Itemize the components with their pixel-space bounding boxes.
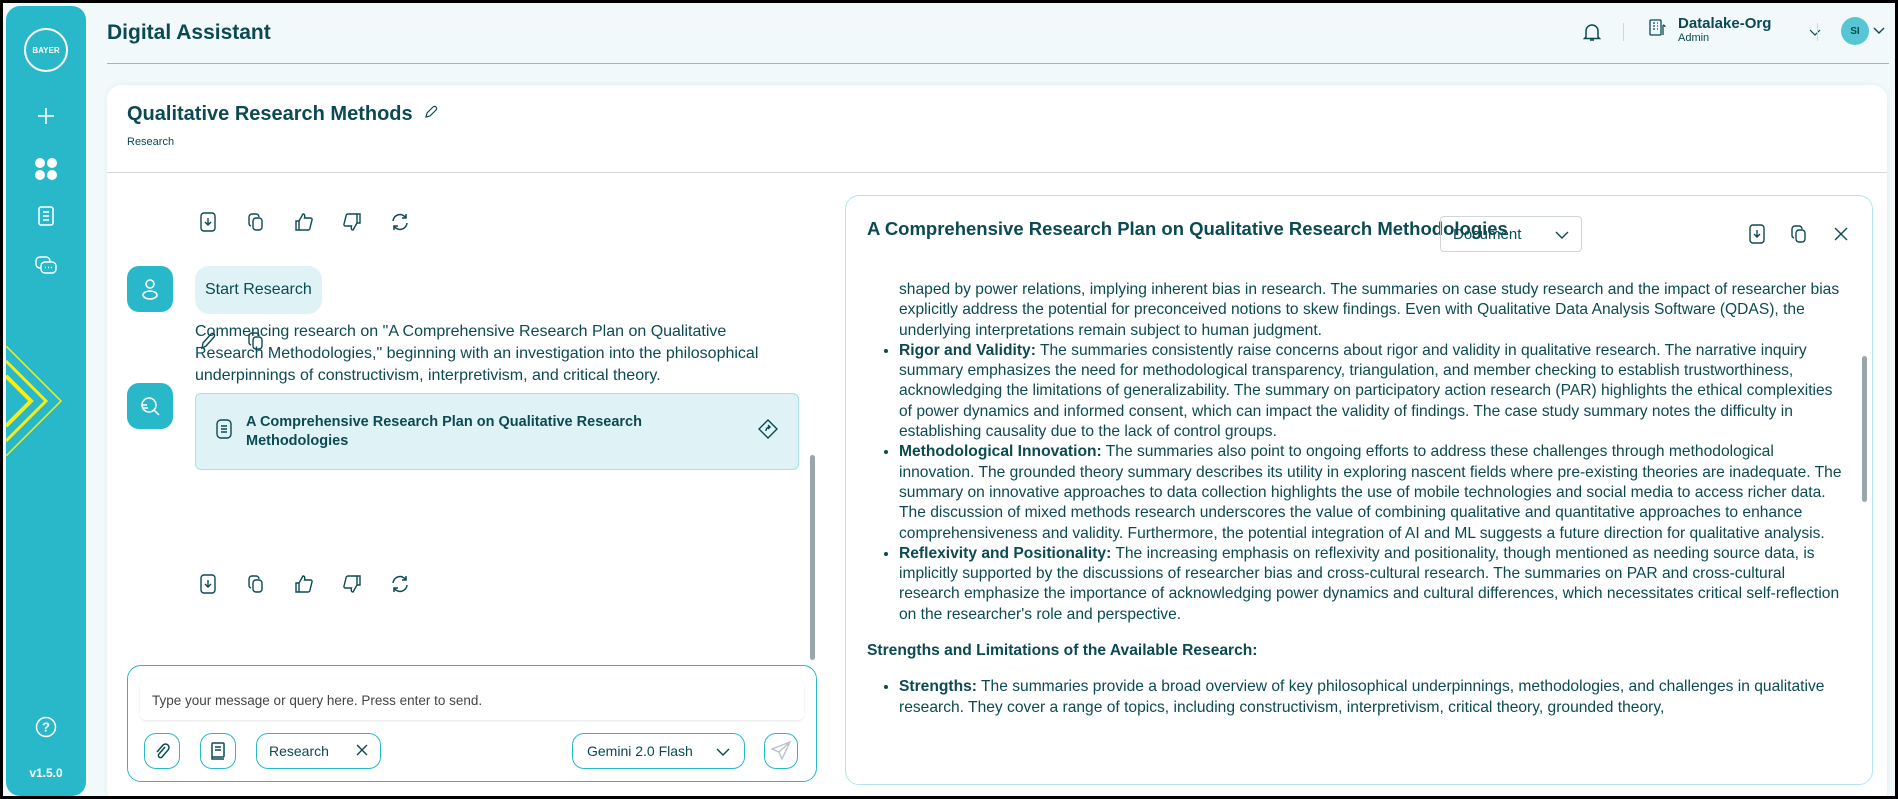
notebook-icon[interactable]: [6, 206, 86, 226]
svg-text:?: ?: [42, 720, 50, 735]
chevron-down-icon[interactable]: [1873, 22, 1885, 40]
list-item-heading: Rigor and Validity:: [899, 341, 1036, 359]
list-item: shaped by power relations, implying inhe…: [899, 280, 1847, 341]
thumbs-down-icon[interactable]: [341, 211, 363, 233]
divider: [1817, 23, 1818, 41]
attach-button[interactable]: [144, 733, 180, 769]
thumbs-down-icon[interactable]: [341, 573, 363, 595]
chevron-down-icon: [1555, 226, 1569, 243]
model-select-value: Gemini 2.0 Flash: [587, 743, 693, 759]
user-avatar: [127, 266, 173, 312]
send-icon: [771, 741, 791, 761]
regenerate-icon[interactable]: [389, 573, 411, 595]
mode-chip: Research: [256, 733, 381, 769]
knowledge-button[interactable]: [200, 733, 236, 769]
list-item-text: The summaries provide a broad overview o…: [899, 678, 1825, 716]
document-card-title: A Comprehensive Research Plan on Qualita…: [246, 413, 642, 449]
copy-icon[interactable]: [245, 573, 267, 595]
list-item: Rigor and Validity: The summaries consis…: [899, 341, 1847, 442]
conversation-card: Qualitative Research Methods Research St…: [107, 85, 1887, 796]
building-icon: [1648, 17, 1668, 42]
chevron-down-icon: [716, 743, 730, 759]
conversation-category: Research: [127, 136, 175, 148]
divider: [1623, 23, 1624, 41]
view-select-value: Document: [1453, 225, 1522, 243]
thumbs-up-icon[interactable]: [293, 573, 315, 595]
header-divider: [107, 63, 1889, 64]
document-list: shaped by power relations, implying inhe…: [867, 280, 1847, 625]
thumbs-up-icon[interactable]: [293, 211, 315, 233]
view-select[interactable]: Document: [1440, 216, 1582, 252]
bell-icon[interactable]: [1581, 21, 1603, 43]
plus-icon[interactable]: [6, 106, 86, 126]
assistant-avatar: [127, 383, 173, 429]
org-role: Admin: [1678, 32, 1710, 44]
help-icon[interactable]: ?: [6, 716, 86, 738]
grid-icon[interactable]: [6, 156, 86, 182]
document-content: shaped by power relations, implying inhe…: [867, 280, 1847, 770]
chat-scrollbar[interactable]: [810, 455, 815, 660]
brand-chevron-graphic: [6, 346, 63, 456]
copy-icon[interactable]: [245, 211, 267, 233]
list-item: Strengths: The summaries provide a broad…: [899, 677, 1847, 718]
composer: Research Gemini 2.0 Flash: [127, 665, 817, 782]
conversation-title: Qualitative Research Methods: [127, 103, 413, 125]
document-panel: A Comprehensive Research Plan on Qualita…: [845, 195, 1873, 785]
book-icon: [211, 742, 225, 760]
list-item-heading: Methodological Innovation:: [899, 443, 1102, 461]
avatar: SI: [1841, 17, 1869, 45]
org-switcher[interactable]: Datalake-Org Admin: [1648, 15, 1821, 44]
message-input[interactable]: [140, 680, 804, 720]
list-item-text: shaped by power relations, implying inhe…: [899, 281, 1840, 339]
section-heading: Strengths and Limitations of the Availab…: [867, 642, 1258, 660]
list-item-text: The summaries consistently raise concern…: [899, 341, 1833, 441]
close-icon[interactable]: [1830, 223, 1852, 245]
page-title: Qualitative Research Methods: [127, 103, 438, 126]
app-title: Digital Assistant: [107, 21, 271, 44]
mode-chip-label: Research: [269, 743, 329, 759]
document-panel-title: A Comprehensive Research Plan on Qualita…: [867, 218, 1508, 239]
send-button[interactable]: [764, 733, 798, 769]
list-item: Reflexivity and Positionality: The incre…: [899, 544, 1847, 625]
version-label: v1.5.0: [29, 766, 63, 780]
download-icon[interactable]: [197, 573, 219, 595]
bayer-logo[interactable]: BAYER: [6, 28, 86, 72]
app: BAYER ? v1.5.0 Digital Assistant Datalak…: [3, 3, 1895, 796]
document-scrollbar[interactable]: [1862, 356, 1867, 502]
list-item-heading: Reflexivity and Positionality:: [899, 544, 1112, 562]
message-actions: [197, 573, 411, 595]
research-search-icon: [141, 397, 160, 416]
close-icon[interactable]: [356, 743, 368, 759]
org-name: Datalake-Org: [1678, 15, 1772, 32]
assistant-message: Commencing research on "A Comprehensive …: [195, 323, 759, 384]
list-item: Methodological Innovation: The summaries…: [899, 442, 1847, 543]
panel-actions: [1746, 223, 1852, 245]
document-icon: [216, 418, 232, 445]
chevron-down-icon[interactable]: [1809, 24, 1821, 42]
download-icon[interactable]: [1746, 223, 1768, 245]
pencil-icon[interactable]: [423, 103, 438, 126]
open-document-icon[interactable]: [758, 418, 778, 445]
user-menu[interactable]: SI: [1841, 17, 1885, 45]
list-item-heading: Strengths:: [899, 678, 977, 696]
user-icon: [142, 279, 158, 300]
divider: [107, 172, 1887, 173]
sidebar: BAYER ? v1.5.0: [6, 6, 86, 796]
download-icon[interactable]: [197, 211, 219, 233]
paperclip-icon: [156, 743, 170, 759]
document-card[interactable]: A Comprehensive Research Plan on Qualita…: [195, 393, 799, 470]
message-actions: [197, 211, 411, 233]
user-message: Start Research: [195, 266, 322, 314]
copy-icon[interactable]: [1788, 223, 1810, 245]
regenerate-icon[interactable]: [389, 211, 411, 233]
model-select[interactable]: Gemini 2.0 Flash: [572, 733, 745, 769]
document-list: Strengths: The summaries provide a broad…: [867, 677, 1847, 718]
chat-icon[interactable]: [6, 256, 86, 276]
